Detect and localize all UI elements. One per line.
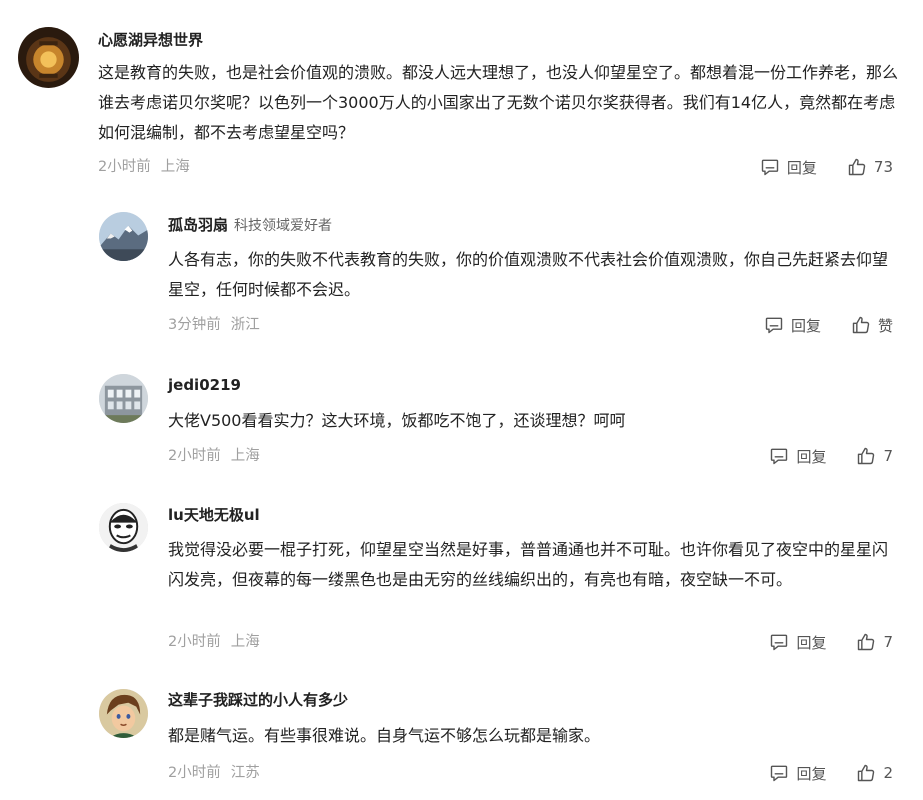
author-name[interactable]: 这辈子我踩过的小人有多少 <box>168 691 348 709</box>
comment-meta: 3分钟前 浙江 <box>168 315 260 335</box>
comment-bubble-icon <box>771 448 788 465</box>
comment-author[interactable]: 孤岛羽扇 科技领域爱好者 <box>168 215 332 236</box>
like-button[interactable]: 赞 <box>851 315 893 336</box>
comment-meta: 2小时前 上海 <box>168 446 260 466</box>
thumbs-up-icon <box>852 316 870 334</box>
reply-button[interactable]: 回复 <box>769 632 826 653</box>
comment-time: 2小时前 <box>168 765 221 781</box>
author-name[interactable]: jedi0219 <box>168 376 241 394</box>
like-button[interactable]: 7 <box>856 446 893 466</box>
anime-character-icon <box>99 689 148 738</box>
comment-location: 上海 <box>230 634 260 650</box>
comment-time: 2小时前 <box>168 448 221 464</box>
comment-text: 大佬V500看看实力？这大环境，饭都吃不饱了，还谈理想？呵呵 <box>168 411 626 430</box>
comment-author[interactable]: 这辈子我踩过的小人有多少 <box>168 690 348 710</box>
comment-author[interactable]: jedi0219 <box>168 375 241 395</box>
comment-meta: 2小时前 上海 <box>168 632 260 652</box>
comment-bubble-icon <box>761 159 779 176</box>
comment-list: 心愿湖异想世界 这是教育的失败，也是社会价值观的溃败。都没人远大理想了，也没人仰… <box>0 0 923 800</box>
like-count: 2 <box>883 764 893 782</box>
avatar[interactable] <box>99 689 148 738</box>
comment-author[interactable]: lu天地无极ul <box>168 505 260 525</box>
comment-location: 浙江 <box>230 317 260 333</box>
like-label: 赞 <box>877 316 893 335</box>
comment-actions: 回复 赞 <box>764 314 893 336</box>
building-photo-icon <box>99 374 148 423</box>
mask-drawing-icon <box>99 503 148 552</box>
comment-text: 这是教育的失败，也是社会价值观的溃败。都没人远大理想了，也没人仰望星空了。都想着… <box>98 63 899 142</box>
like-count: 73 <box>873 158 893 176</box>
like-button[interactable]: 2 <box>856 763 893 783</box>
comment-text: 都是赌气运。有些事很难说。自身气运不够怎么玩都是输家。 <box>168 726 601 745</box>
reply-button[interactable]: 回复 <box>769 446 826 467</box>
thumbs-up-icon <box>858 633 875 651</box>
comment-author[interactable]: 心愿湖异想世界 <box>98 30 203 50</box>
reply-label: 回复 <box>796 633 827 652</box>
comment-actions: 回复 2 <box>769 762 893 784</box>
author-tagline: 科技领域爱好者 <box>234 218 333 234</box>
comment-location: 上海 <box>230 448 260 464</box>
avatar[interactable] <box>99 503 148 552</box>
comment-time: 3分钟前 <box>168 317 221 333</box>
comment-bubble-icon <box>765 317 783 334</box>
reply-button[interactable]: 回复 <box>769 763 826 784</box>
like-count: 7 <box>883 633 893 651</box>
avatar[interactable] <box>18 27 79 88</box>
comment-bubble-icon <box>771 634 788 651</box>
thumbs-up-icon <box>858 764 875 782</box>
comment-meta: 2小时前 江苏 <box>168 763 260 783</box>
comment-actions: 回复 7 <box>769 631 893 653</box>
like-count: 7 <box>883 447 893 465</box>
comment-location: 江苏 <box>230 765 260 781</box>
reply-button[interactable]: 回复 <box>760 157 817 178</box>
comment-meta: 2小时前 上海 <box>98 157 190 177</box>
reply-button[interactable]: 回复 <box>764 315 821 336</box>
comment-actions: 回复 7 <box>769 445 893 467</box>
avatar[interactable] <box>99 212 148 261</box>
comment-text: 我觉得没必要一棍子打死，仰望星空当然是好事，普普通通也并不可耻。也许你看见了夜空… <box>168 540 889 589</box>
snow-mountain-photo-icon <box>99 212 148 261</box>
avatar[interactable] <box>99 374 148 423</box>
author-name[interactable]: 孤岛羽扇 <box>168 216 228 234</box>
comment-time: 2小时前 <box>98 159 151 175</box>
comment-text: 人各有志，你的失败不代表教育的失败，你的价值观溃败不代表社会价值观溃败，你自己先… <box>168 250 889 299</box>
like-button[interactable]: 73 <box>847 157 893 177</box>
comment-time: 2小时前 <box>168 634 221 650</box>
lantern-photo-icon <box>18 27 79 88</box>
thumbs-up-icon <box>848 158 866 176</box>
reply-label: 回复 <box>786 158 817 177</box>
thumbs-up-icon <box>858 447 875 465</box>
reply-label: 回复 <box>796 764 827 783</box>
like-button[interactable]: 7 <box>856 632 893 652</box>
reply-label: 回复 <box>790 316 821 335</box>
author-name[interactable]: lu天地无极ul <box>168 506 260 524</box>
comment-bubble-icon <box>771 765 788 782</box>
reply-label: 回复 <box>796 447 827 466</box>
author-name[interactable]: 心愿湖异想世界 <box>98 31 203 49</box>
comment-location: 上海 <box>160 159 190 175</box>
comment-actions: 回复 73 <box>760 156 893 178</box>
